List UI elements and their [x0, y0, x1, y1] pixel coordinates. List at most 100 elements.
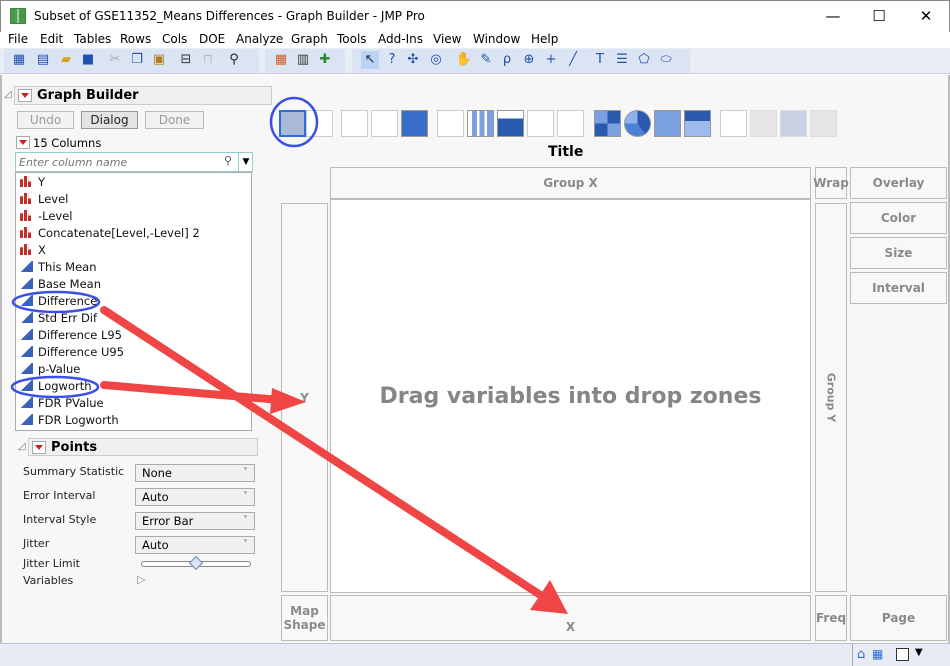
data-grid-icon[interactable]: ▦: [272, 51, 290, 69]
lock-icon[interactable]: ⊓: [199, 51, 217, 69]
menu-rows[interactable]: Rows: [120, 32, 151, 46]
arrow-tool-icon[interactable]: ↖: [361, 51, 379, 69]
color-zone[interactable]: Color: [850, 202, 947, 234]
journal-icon[interactable]: ⊟: [177, 51, 195, 69]
list-item[interactable]: Difference: [20, 293, 97, 310]
disclosure-icon[interactable]: ◿: [18, 441, 26, 452]
new-data-table-icon[interactable]: ▦: [10, 51, 28, 69]
points-element-icon[interactable]: [279, 110, 306, 137]
menu-add-ins[interactable]: Add-Ins: [378, 32, 423, 46]
heatmap-element-icon[interactable]: [594, 110, 621, 137]
freq-zone[interactable]: Freq: [815, 595, 847, 641]
menu-edit[interactable]: Edit: [40, 32, 63, 46]
column-search-input[interactable]: [19, 155, 219, 169]
graph-drop-area[interactable]: Drag variables into drop zones: [330, 199, 811, 593]
group-x-zone[interactable]: Group X: [330, 167, 811, 199]
menu-analyze[interactable]: Analyze: [236, 32, 283, 46]
menu-view[interactable]: View: [433, 32, 461, 46]
red-triangle-menu-icon[interactable]: [32, 441, 46, 454]
done-button[interactable]: Done: [145, 111, 204, 129]
line-element-icon[interactable]: [437, 110, 464, 137]
new-script-icon[interactable]: ▤: [34, 51, 52, 69]
interval-zone[interactable]: Interval: [850, 272, 947, 304]
ellipse-tool-icon[interactable]: ⬭: [657, 51, 675, 69]
caption-box-element-icon[interactable]: [720, 110, 747, 137]
menu-tables[interactable]: Tables: [74, 32, 111, 46]
window-list-box[interactable]: [896, 648, 909, 661]
copy-icon[interactable]: ❐: [128, 51, 146, 69]
list-item[interactable]: -Level: [20, 208, 73, 225]
paste-icon[interactable]: ▣: [150, 51, 168, 69]
line-tool-icon[interactable]: ╱: [564, 51, 582, 69]
line-of-fit-element-icon[interactable]: [341, 110, 368, 137]
mosaic-element-icon[interactable]: [684, 110, 711, 137]
disclosure-icon[interactable]: ◿: [4, 89, 12, 100]
jitter-select[interactable]: Auto: [135, 536, 255, 554]
size-zone[interactable]: Size: [850, 237, 947, 269]
open-icon[interactable]: ▰: [57, 51, 75, 69]
interval-style-select[interactable]: Error Bar: [135, 512, 255, 530]
list-item[interactable]: Difference U95: [20, 344, 124, 361]
overlay-zone[interactable]: Overlay: [850, 167, 947, 199]
lines-tool-icon[interactable]: ☰: [613, 51, 631, 69]
list-item[interactable]: Logworth: [20, 378, 92, 395]
list-item[interactable]: Std Err Dif: [20, 310, 97, 327]
minimize-button[interactable]: —: [813, 5, 853, 27]
polygon-tool-icon[interactable]: ⬠: [635, 51, 653, 69]
cut-icon[interactable]: ✂: [106, 51, 124, 69]
list-item[interactable]: Difference L95: [20, 327, 122, 344]
wrap-zone[interactable]: Wrap: [813, 167, 849, 199]
text-tool-icon[interactable]: T: [591, 51, 609, 69]
crosshair-icon[interactable]: ✣: [404, 51, 422, 69]
contour-element-icon[interactable]: [401, 110, 428, 137]
menu-window[interactable]: Window: [473, 32, 520, 46]
page-zone[interactable]: Page: [850, 595, 947, 641]
map-shape-zone[interactable]: Map Shape: [281, 595, 328, 641]
list-item[interactable]: p-Value: [20, 361, 80, 378]
data-table-icon[interactable]: ▦: [872, 647, 883, 661]
search-icon[interactable]: ⚲: [225, 51, 243, 69]
jitter-limit-slider[interactable]: [141, 555, 251, 571]
hand-tool-icon[interactable]: ✋: [455, 51, 473, 69]
list-item[interactable]: Base Mean: [20, 276, 101, 293]
menu-cols[interactable]: Cols: [162, 32, 187, 46]
box-plot-element-icon[interactable]: [527, 110, 554, 137]
columns-icon[interactable]: ▥: [294, 51, 312, 69]
menu-doe[interactable]: DOE: [199, 32, 225, 46]
search-options-dropdown[interactable]: ▼: [238, 153, 253, 171]
expand-variables-icon[interactable]: ▷: [137, 573, 145, 586]
menu-file[interactable]: File: [8, 32, 28, 46]
list-item[interactable]: Concatenate[Level,-Level] 2: [20, 225, 200, 242]
area-element-icon[interactable]: [497, 110, 524, 137]
list-item[interactable]: FDR Logworth: [20, 412, 119, 429]
x-zone[interactable]: X: [330, 595, 811, 641]
columns-menu-icon[interactable]: [16, 136, 30, 149]
bar-element-icon[interactable]: [467, 110, 494, 137]
home-icon[interactable]: ⌂: [857, 647, 865, 662]
help-tool-icon[interactable]: ?: [383, 51, 401, 69]
error-interval-select[interactable]: Auto: [135, 488, 255, 506]
menu-help[interactable]: Help: [531, 32, 558, 46]
red-triangle-menu-icon[interactable]: [18, 89, 32, 102]
list-item[interactable]: Y: [20, 174, 45, 191]
dialog-button[interactable]: Dialog: [81, 111, 138, 129]
brush-icon[interactable]: ✎: [477, 51, 495, 69]
maximize-button[interactable]: ☐: [859, 5, 899, 27]
menu-graph[interactable]: Graph: [291, 32, 328, 46]
smoother-element-icon[interactable]: [306, 110, 333, 137]
graph-title[interactable]: Title: [548, 144, 583, 160]
group-y-zone[interactable]: Group Y: [815, 203, 847, 592]
list-item[interactable]: FDR PValue: [20, 395, 104, 412]
lasso-icon[interactable]: ρ: [498, 51, 516, 69]
close-button[interactable]: ✕: [906, 5, 946, 27]
undo-button[interactable]: Undo: [17, 111, 74, 129]
zoom-icon[interactable]: ⊕: [520, 51, 538, 69]
menu-tools[interactable]: Tools: [337, 32, 367, 46]
y-zone[interactable]: Y: [281, 203, 328, 592]
list-item[interactable]: X: [20, 242, 46, 259]
histogram-element-icon[interactable]: [557, 110, 584, 137]
list-item[interactable]: This Mean: [20, 259, 97, 276]
ellipse-element-icon[interactable]: [371, 110, 398, 137]
summary-statistic-select[interactable]: None: [135, 464, 255, 482]
target-icon[interactable]: ◎: [427, 51, 445, 69]
